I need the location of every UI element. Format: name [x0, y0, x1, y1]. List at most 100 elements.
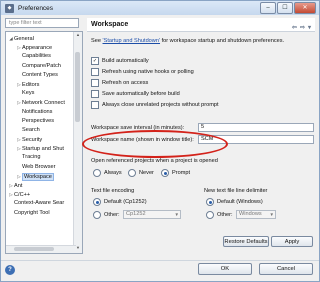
desc-prefix: See	[91, 38, 103, 44]
page-title-text: Workspace	[91, 21, 129, 28]
tree-item-label: Ant	[14, 183, 23, 189]
window-title: Preferences	[18, 4, 54, 12]
open-never-radio[interactable]: Never	[128, 169, 154, 177]
tree-vertical-scrollbar[interactable]: ▲ ▼	[73, 32, 82, 253]
tree-item[interactable]: Web Browser	[6, 163, 74, 172]
delimiter-combo[interactable]: Windows ▼	[236, 210, 276, 219]
tree-item[interactable]: ▷Editors	[6, 80, 74, 89]
scroll-up-icon[interactable]: ▲	[74, 32, 82, 40]
app-icon: ◆	[5, 3, 14, 13]
tree-item[interactable]: ▷Security	[6, 135, 74, 144]
radio-label: Prompt	[172, 170, 191, 176]
title-bar[interactable]: ◆ Preferences – ☐ ✕	[1, 1, 319, 15]
tree-item[interactable]: Compare/Patch	[6, 62, 74, 71]
tree-item-label: Tracing	[22, 154, 41, 161]
tree-item-label: Workspace	[22, 172, 54, 181]
page-title: Workspace ⇦ ⇨ ▾	[87, 18, 315, 32]
cancel-button[interactable]: Cancel	[259, 263, 313, 275]
checkbox-label: Save automatically before build	[102, 91, 180, 97]
chevron-down-icon[interactable]: ▼	[270, 211, 274, 218]
tree-item[interactable]: Keys	[6, 89, 74, 98]
radio-dot[interactable]	[93, 198, 101, 206]
chevron-down-icon[interactable]: ▼	[175, 211, 179, 218]
tree-item[interactable]: Copyright Tool	[6, 209, 74, 218]
checkbox-box[interactable]	[91, 79, 99, 87]
red-highlight-ellipse	[82, 130, 228, 158]
tree-item[interactable]: Content Types	[6, 71, 74, 80]
encoding-default-radio[interactable]: Default (Cp1252)	[93, 198, 147, 206]
tree-item[interactable]: ▷ Workspace	[6, 172, 74, 181]
tree-item-label: Keys	[22, 90, 35, 97]
radio-dot[interactable]	[128, 169, 136, 177]
delimiter-other-radio[interactable]: Other:	[206, 211, 233, 219]
tree-item[interactable]: Search	[6, 126, 74, 135]
view-menu-icon[interactable]: ▾	[308, 21, 311, 35]
encoding-group-title: Text file encoding	[91, 188, 135, 194]
tree-item[interactable]: Capabilities	[6, 52, 74, 61]
startup-shutdown-link[interactable]: 'Startup and Shutdown'	[103, 38, 161, 44]
open-prompt-radio[interactable]: Prompt	[161, 169, 190, 177]
ok-button[interactable]: OK	[198, 263, 252, 275]
radio-label: Other:	[217, 212, 233, 218]
back-arrow-icon[interactable]: ⇦	[292, 21, 297, 35]
radio-dot[interactable]	[93, 169, 101, 177]
checkbox-label: Build automatically	[102, 58, 149, 64]
checkbox-box[interactable]	[91, 101, 99, 109]
radio-dot[interactable]	[206, 198, 214, 206]
tree-item[interactable]: ▷Appearance	[6, 43, 74, 52]
hscroll-thumb[interactable]	[14, 247, 54, 251]
tree-item[interactable]: Perspectives	[6, 117, 74, 126]
tree-item-label: Editors	[22, 81, 40, 88]
open-always-radio[interactable]: Always	[93, 169, 122, 177]
tree-item-label: General	[14, 36, 34, 42]
tree-item[interactable]: Notifications	[6, 108, 74, 117]
refresh-on-access-checkbox[interactable]: Refresh on access	[91, 79, 148, 87]
scroll-thumb[interactable]	[75, 52, 80, 122]
checkbox-box[interactable]: ✓	[91, 57, 99, 65]
radio-dot[interactable]	[161, 169, 169, 177]
tree-item[interactable]: Context-Aware Sear	[6, 199, 74, 208]
tree-item[interactable]: ▷Network Connect	[6, 98, 74, 107]
tree-item-label: Search	[22, 126, 40, 133]
radio-label: Default (Windows)	[217, 199, 263, 205]
refresh-native-hooks-checkbox[interactable]: Refresh using native hooks or polling	[91, 68, 194, 76]
checkbox-box[interactable]	[91, 68, 99, 76]
tree-item[interactable]: ◢General	[6, 34, 74, 43]
filter-input[interactable]	[5, 18, 79, 28]
forward-arrow-icon[interactable]: ⇨	[300, 21, 305, 35]
preferences-sidebar: ◢General▷AppearanceCapabilities Compare/P…	[3, 18, 83, 256]
tree-item[interactable]: Tracing	[6, 153, 74, 162]
startup-description: See 'Startup and Shutdown' for workspace…	[91, 38, 284, 44]
maximize-button[interactable]: ☐	[277, 2, 293, 14]
apply-button[interactable]: Apply	[271, 236, 313, 247]
minimize-button[interactable]: –	[260, 2, 276, 14]
close-unrelated-projects-checkbox[interactable]: Always close unrelated projects without …	[91, 101, 219, 109]
delimiter-default-radio[interactable]: Default (Windows)	[206, 198, 263, 206]
encoding-other-radio[interactable]: Other:	[93, 211, 120, 219]
checkbox-label: Always close unrelated projects without …	[102, 102, 219, 108]
tree-horizontal-scrollbar[interactable]	[6, 245, 76, 253]
combo-value: Cp1252	[126, 211, 146, 217]
help-icon[interactable]: ?	[5, 265, 15, 275]
radio-label: Default (Cp1252)	[104, 199, 147, 205]
tree-item-label: Perspectives	[22, 117, 55, 124]
restore-defaults-button[interactable]: Restore Defaults	[223, 236, 269, 247]
desc-suffix: for workspace startup and shutdown prefe…	[160, 38, 285, 44]
tree-item-label: Network Connect	[22, 100, 65, 107]
page-nav: ⇦ ⇨ ▾	[292, 21, 311, 35]
tree-item[interactable]: ▷C/C++	[6, 190, 74, 199]
radio-dot[interactable]	[206, 211, 214, 219]
tree-item-label: Capabilities	[22, 53, 51, 60]
radio-label: Never	[139, 170, 154, 176]
radio-dot[interactable]	[93, 211, 101, 219]
delimiter-group-title: New text file line delimiter	[204, 188, 268, 194]
encoding-combo[interactable]: Cp1252 ▼	[123, 210, 181, 219]
save-interval-input[interactable]: 5	[198, 123, 314, 132]
tree-item[interactable]: ▷Ant	[6, 181, 74, 190]
save-before-build-checkbox[interactable]: Save automatically before build	[91, 90, 180, 98]
combo-value: Windows	[239, 211, 262, 217]
checkbox-box[interactable]	[91, 90, 99, 98]
build-automatically-checkbox[interactable]: ✓ Build automatically	[91, 57, 149, 65]
close-button[interactable]: ✕	[294, 2, 316, 14]
tree-item[interactable]: ▷Startup and Shut	[6, 144, 74, 153]
